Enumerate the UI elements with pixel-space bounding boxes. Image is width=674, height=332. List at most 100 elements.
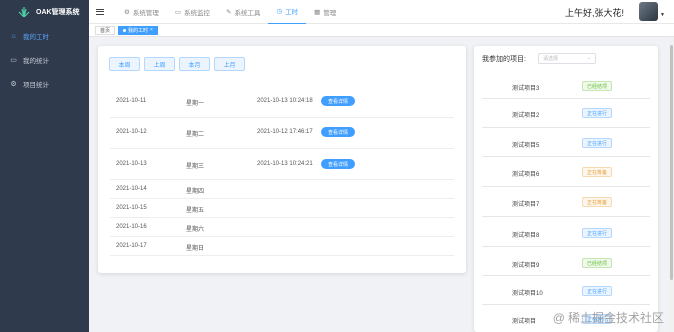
project-name: 测试项目7 — [512, 202, 540, 208]
row-date: 2021-10-14 — [116, 186, 147, 192]
topnav-hours[interactable]: ◷ 工时 — [268, 0, 307, 24]
view-details-button[interactable]: 查看详情 — [321, 96, 355, 106]
sidebar-item-label: 我的统计 — [23, 58, 49, 65]
sidebar: OAK管理系统 ⌂ 我的工时 ▭ 我的统计 ⚙ 项目统计 — [0, 0, 89, 332]
page-scrollbar[interactable] — [669, 37, 674, 332]
list-item[interactable]: 测试项目9 已经结项 — [482, 247, 650, 276]
topnav-system-monitor[interactable]: ▭ 系统监控 — [167, 0, 218, 24]
projects-header: 我参加的项目: 请选择 ⌄ — [482, 53, 596, 64]
gear-icon: ⚙ — [124, 8, 130, 16]
view-details-button[interactable]: 查看详情 — [321, 159, 355, 169]
view-details-button[interactable]: 查看详情 — [321, 127, 355, 137]
sidebar-item-my-hours[interactable]: ⌂ 我的工时 — [0, 24, 89, 48]
list-item[interactable]: 测试项目5 正在进行 — [482, 128, 650, 157]
topnav-label: 系统监控 — [183, 9, 210, 17]
tags-view: 首页 我的工时 × — [89, 24, 674, 37]
list-item[interactable]: 测试项目10 正在进行 — [482, 276, 650, 305]
status-badge: 已经结项 — [582, 81, 613, 91]
projects-title: 我参加的项目: — [482, 55, 526, 63]
table-row: 2021-10-16 星期六 — [110, 218, 454, 237]
top-bar: ⚙ 系统管理 ▭ 系统监控 ✎ 系统工具 ◷ 工时 ▦ 管理 上午好,张大花! … — [89, 0, 674, 24]
row-weekday: 星期一 — [186, 101, 205, 107]
list-item[interactable]: 测试项目2 正在进行 — [482, 99, 650, 128]
status-badge: 正在进行 — [582, 108, 613, 118]
project-name: 测试项目6 — [512, 172, 540, 178]
topnav-label: 工时 — [285, 9, 299, 16]
sidebar-item-project-stats[interactable]: ⚙ 项目统计 — [0, 72, 89, 96]
tag-home[interactable]: 首页 — [95, 25, 116, 35]
leaf-logo-icon — [18, 7, 30, 17]
home-icon: ⌂ — [11, 32, 16, 40]
watermark: @ 稀土掘金技术社区 — [553, 309, 664, 326]
projects-card: 我参加的项目: 请选择 ⌄ 测试项目3 已经结项 测试项目2 正在进行 测试项目… — [474, 46, 658, 332]
status-badge: 正在筹备 — [582, 167, 613, 177]
filter-last-week-button[interactable]: 上周 — [144, 57, 175, 71]
close-icon[interactable]: × — [150, 27, 153, 33]
row-time: 2021-10-13 10:24:21 — [257, 161, 313, 167]
clock-icon: ◷ — [276, 8, 283, 15]
filter-this-month-button[interactable]: 本月 — [179, 57, 210, 71]
monitor-icon: ▭ — [174, 8, 181, 16]
topnav-label: 管理 — [323, 9, 337, 17]
caret-down-icon[interactable]: ▼ — [660, 12, 665, 18]
project-name: 测试项目8 — [512, 233, 540, 239]
row-time: 2021-10-12 17:46:17 — [257, 129, 313, 135]
topnav-system-management[interactable]: ⚙ 系统管理 — [116, 0, 167, 24]
project-name: 测试项目 — [512, 319, 537, 325]
hamburger-menu-icon[interactable] — [96, 8, 104, 15]
table-row: 2021-10-12 星期二 2021-10-12 17:46:17 查看详情 — [110, 118, 454, 149]
select-placeholder: 请选择 — [542, 56, 558, 62]
settings-icon: ⚙ — [10, 81, 17, 88]
row-date: 2021-10-13 — [116, 161, 147, 167]
sidebar-item-label: 我的工时 — [23, 34, 49, 41]
list-item[interactable]: 测试项目7 正在筹备 — [482, 187, 650, 217]
row-date: 2021-10-12 — [116, 129, 147, 135]
sidebar-item-my-stats[interactable]: ▭ 我的统计 — [0, 48, 89, 72]
grid-icon: ▦ — [314, 8, 321, 16]
table-row: 2021-10-11 星期一 2021-10-13 10:24:18 查看详情 — [110, 91, 454, 118]
chevron-down-icon: ⌄ — [586, 55, 591, 61]
tag-my-hours[interactable]: 我的工时 × — [118, 25, 158, 35]
list-item[interactable]: 测试项目8 正在进行 — [482, 217, 650, 247]
topnav-system-tools[interactable]: ✎ 系统工具 — [218, 0, 268, 24]
period-filter: 本周 上周 本月 上月 — [109, 57, 245, 71]
project-name: 测试项目5 — [512, 143, 540, 149]
row-weekday: 星期三 — [186, 164, 205, 170]
dot-icon — [123, 28, 127, 32]
user-avatar[interactable] — [639, 2, 658, 21]
watermark-text: 稀土掘金技术社区 — [567, 311, 664, 325]
topnav-label: 系统管理 — [132, 9, 159, 17]
tag-label: 首页 — [100, 27, 111, 34]
greeting-text: 上午好,张大花! — [564, 8, 624, 18]
table-row: 2021-10-17 星期日 — [110, 237, 454, 256]
scrollbar-thumb[interactable] — [670, 45, 673, 280]
status-badge: 正在进行 — [582, 138, 613, 148]
app-logo: OAK管理系统 — [0, 0, 89, 24]
row-date: 2021-10-16 — [116, 224, 147, 230]
tools-icon: ✎ — [225, 8, 232, 16]
row-time: 2021-10-13 10:24:18 — [257, 98, 313, 104]
row-weekday: 星期五 — [186, 208, 205, 214]
monitor-icon: ▭ — [10, 57, 17, 64]
sidebar-item-label: 项目统计 — [23, 82, 49, 89]
filter-last-month-button[interactable]: 上月 — [214, 57, 245, 71]
row-date: 2021-10-15 — [116, 205, 147, 211]
status-badge: 正在进行 — [582, 286, 613, 296]
list-item[interactable]: 测试项目3 已经结项 — [482, 73, 650, 99]
row-weekday: 星期四 — [186, 189, 205, 195]
topnav-management[interactable]: ▦ 管理 — [306, 0, 344, 24]
table-row: 2021-10-14 星期四 — [110, 180, 454, 199]
status-badge: 已经结项 — [582, 258, 613, 268]
at-sign-icon: @ — [552, 310, 565, 325]
project-name: 测试项目3 — [512, 86, 540, 92]
filter-this-week-button[interactable]: 本周 — [109, 57, 140, 71]
project-name: 测试项目2 — [512, 113, 540, 119]
timesheet-card: 本周 上周 本月 上月 2021-10-11 星期一 2021-10-13 10… — [98, 46, 466, 273]
project-name: 测试项目9 — [512, 263, 540, 269]
project-select[interactable]: 请选择 ⌄ — [537, 53, 596, 64]
table-row: 2021-10-13 星期三 2021-10-13 10:24:21 查看详情 — [110, 149, 454, 180]
list-item[interactable]: 测试项目6 正在筹备 — [482, 157, 650, 187]
app-title: OAK管理系统 — [36, 9, 80, 16]
topnav-label: 系统工具 — [234, 9, 261, 17]
status-badge: 正在进行 — [582, 228, 613, 238]
